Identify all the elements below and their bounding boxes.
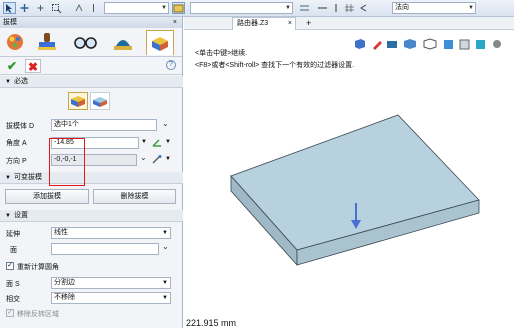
expand-chevron-icon[interactable]: ⌄ [162, 119, 169, 128]
direction-expand-icon[interactable]: ⌄ [140, 153, 147, 162]
chevron-down-icon: ▼ [162, 280, 168, 286]
face-field[interactable] [51, 243, 159, 255]
ok-button[interactable]: ✔ [4, 59, 20, 73]
filter-shape-icon[interactable] [172, 2, 185, 14]
snap-icon[interactable] [73, 2, 86, 14]
grid-lines-icon[interactable] [298, 2, 311, 14]
direction-label: 方向 P [6, 158, 27, 165]
plate-model [230, 114, 480, 267]
confirm-row: ✔ ✖ ? [0, 57, 182, 75]
section-settings-header[interactable]: ▼ 设置 [0, 210, 183, 222]
angle-dropdown-icon[interactable]: ▼ [141, 139, 147, 145]
dash-icon[interactable] [316, 2, 329, 14]
top-toolbar: ▼ ▼ 法向 ▼ [0, 0, 514, 17]
collapse-arrow-icon: ▼ [5, 175, 11, 181]
pick-combo[interactable]: ▼ [190, 2, 293, 14]
tab-draft-glasses[interactable] [72, 30, 100, 55]
draft-type-face-button[interactable] [68, 92, 88, 110]
draft-body-label: 拔模体 D [6, 123, 34, 130]
delete-draft-button[interactable]: 删除拔模 [93, 189, 176, 204]
draft-panel: 拔模 × ✔ ✖ ? ▼ 必选 拔模体 D 选中1个 ⌄ 角度 A -14.85… [0, 17, 183, 328]
panel-title-bar: 拔模 × [0, 17, 182, 28]
tab-draft-faces[interactable] [2, 30, 30, 55]
face-label: 面 [10, 247, 17, 254]
draft-type-split-button[interactable] [90, 92, 110, 110]
plus-cross-icon[interactable] [34, 2, 47, 14]
filter-combo[interactable]: ▼ [104, 2, 169, 14]
extend-select[interactable]: 线性 ▼ [51, 227, 171, 239]
panel-title: 拔模 [3, 19, 17, 26]
chevron-down-icon: ▼ [162, 230, 168, 236]
panel-tabs [0, 28, 182, 57]
draft-faces-icon [2, 34, 28, 56]
help-icon[interactable]: ? [166, 60, 176, 70]
remove-reverse-checkbox[interactable]: ✓ [6, 309, 14, 317]
arrow-left-icon[interactable] [357, 2, 370, 14]
direction-menu-chevron-icon[interactable]: ▼ [165, 156, 171, 162]
angle-label: 角度 A [6, 140, 27, 147]
tab-draft-body[interactable] [110, 30, 138, 55]
angle-measure-icon[interactable] [151, 137, 163, 150]
extend-label: 延伸 [6, 231, 20, 238]
vertical-icon[interactable] [330, 2, 343, 14]
intersect-select[interactable]: 不移除 ▼ [51, 292, 171, 304]
section-variable-header[interactable]: ▼ 可变拔模 [0, 172, 183, 184]
section-settings-title: 设置 [13, 212, 28, 219]
draft-body-field[interactable]: 选中1个 [51, 119, 157, 131]
move-icon[interactable] [18, 2, 31, 14]
highlight-box [49, 138, 85, 186]
collapse-arrow-icon: ▼ [5, 79, 11, 85]
section-variable-title: 可变拔模 [13, 174, 42, 181]
chevron-down-icon: ▼ [285, 5, 291, 11]
face-expand-icon[interactable]: ⌄ [162, 242, 169, 251]
draft-split-type-icon [91, 97, 109, 111]
angle-menu-chevron-icon[interactable]: ▼ [165, 139, 171, 145]
chevron-down-icon: ▼ [161, 5, 167, 11]
filter-select-icon[interactable] [50, 2, 63, 14]
distance-readout: 221.915 mm [186, 318, 237, 328]
direction-combo[interactable]: 法向 ▼ [392, 2, 476, 14]
pin-icon[interactable] [87, 2, 100, 14]
draft-pull-icon [147, 37, 173, 57]
cancel-button[interactable]: ✖ [25, 59, 41, 74]
face-s-label: 面 S [6, 281, 20, 288]
select-arrow-icon[interactable] [3, 2, 16, 14]
remove-reverse-label: 移除反转区域 [17, 311, 59, 318]
draft-face-type-icon [69, 96, 87, 111]
collapse-arrow-icon: ▼ [5, 213, 11, 219]
add-draft-button[interactable]: 添加拔模 [5, 189, 89, 204]
direction-pick-icon[interactable] [151, 154, 163, 167]
draft-body-icon [110, 40, 136, 56]
tab-draft-pull[interactable] [146, 30, 174, 55]
tab-draft-stamp[interactable] [34, 30, 62, 55]
chevron-down-icon: ▼ [162, 295, 168, 301]
section-required-title: 必选 [13, 78, 28, 85]
document-area: 路由器.Z3 × + <单击中键>继续. <F8>或者<Shift-roll> … [184, 17, 514, 328]
hash-icon[interactable] [343, 2, 356, 14]
model-viewport[interactable] [184, 17, 514, 328]
recompute-fillet-checkbox[interactable]: ✓ [6, 262, 14, 270]
intersect-label: 相交 [6, 296, 20, 303]
panel-close-button[interactable]: × [173, 17, 177, 28]
recompute-fillet-label: 重新计算圆角 [17, 264, 59, 271]
chevron-down-icon: ▼ [468, 5, 474, 11]
draft-glasses-icon [72, 37, 98, 56]
face-s-select[interactable]: 分割边 ▼ [51, 277, 171, 289]
section-required-header[interactable]: ▼ 必选 [0, 76, 183, 88]
draft-stamp-icon [34, 33, 60, 56]
